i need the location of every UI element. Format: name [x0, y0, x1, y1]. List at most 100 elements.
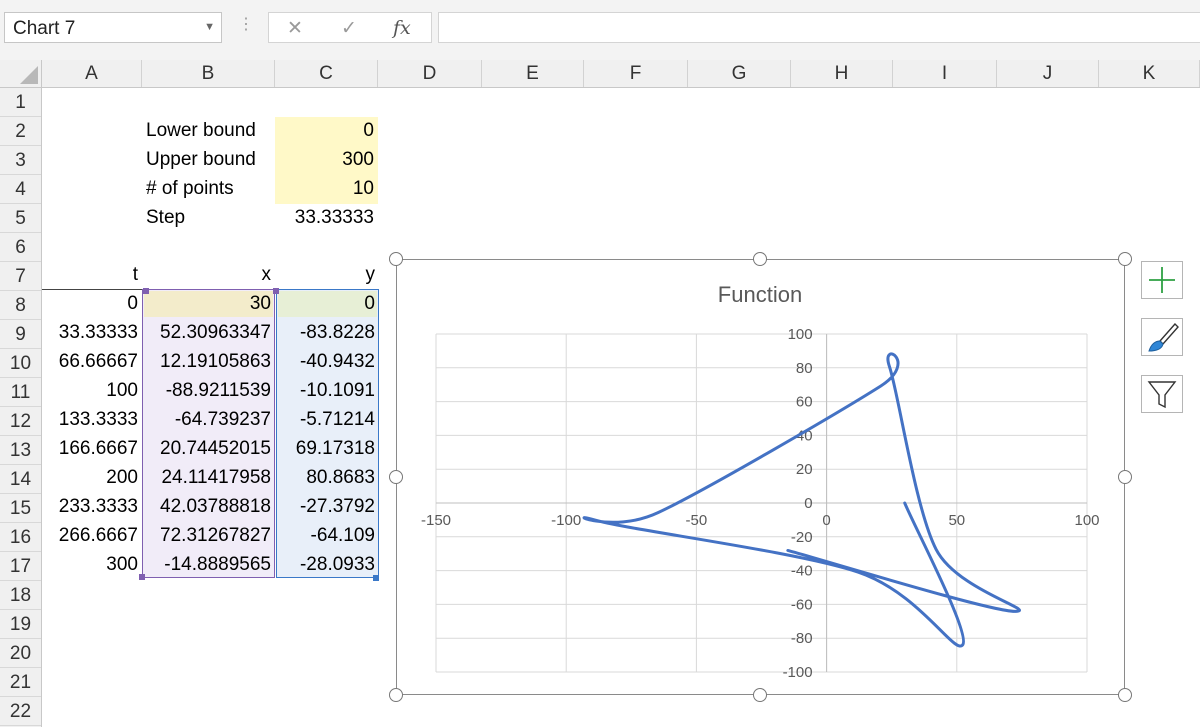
select-all-triangle-icon: [20, 66, 38, 84]
chart-resize-handle[interactable]: [1118, 688, 1132, 702]
row-header-22[interactable]: 22: [0, 697, 41, 726]
row-header-15[interactable]: 15: [0, 494, 41, 523]
chart[interactable]: Function -150 -100 -50 0 50 100 100 80 60 40 20 0 -20…: [396, 259, 1125, 695]
column-header-h[interactable]: H: [791, 60, 893, 87]
t-cell[interactable]: 233.3333: [42, 493, 138, 521]
chart-resize-handle[interactable]: [753, 688, 767, 702]
column-header-f[interactable]: F: [584, 60, 688, 87]
formula-input[interactable]: [438, 12, 1200, 43]
chart-elements-button[interactable]: [1141, 261, 1183, 299]
close-icon[interactable]: ✕: [287, 17, 303, 40]
filter-icon: [1147, 381, 1177, 409]
row-header-9[interactable]: 9: [0, 320, 41, 349]
chart-resize-handle[interactable]: [753, 252, 767, 266]
step-value[interactable]: 33.33333: [276, 204, 374, 232]
lower-bound-label: Lower bound: [146, 120, 256, 141]
x-cell[interactable]: -14.8889565: [142, 551, 271, 579]
x-cell[interactable]: 52.30963347: [142, 319, 271, 347]
chart-resize-handle[interactable]: [389, 688, 403, 702]
y-cell[interactable]: -27.3792: [276, 493, 375, 521]
y-tick-label: -40: [791, 563, 813, 580]
y-cell[interactable]: -10.1091: [276, 377, 375, 405]
name-box-value: Chart 7: [13, 18, 76, 39]
row-header-3[interactable]: 3: [0, 146, 41, 175]
points-value[interactable]: 10: [276, 175, 374, 203]
x-header: x: [261, 264, 272, 285]
row-header-7[interactable]: 7: [0, 262, 41, 291]
y-tick-label: -60: [791, 596, 813, 613]
column-header-b[interactable]: B: [142, 60, 275, 87]
row-header-10[interactable]: 10: [0, 349, 41, 378]
chart-resize-handle[interactable]: [1118, 252, 1132, 266]
row-header-bar: 1 2 3 4 5 6 7 8 9 10 11 12 13 14 15 16 17 18 19 20 21 22: [0, 88, 42, 727]
column-header-e[interactable]: E: [482, 60, 584, 87]
t-header: t: [132, 264, 138, 285]
y-cell[interactable]: 69.17318: [276, 435, 375, 463]
column-header-c[interactable]: C: [275, 60, 378, 87]
t-cell[interactable]: 100: [42, 377, 138, 405]
y-cell[interactable]: -83.8228: [276, 319, 375, 347]
row-header-13[interactable]: 13: [0, 436, 41, 465]
row-header-18[interactable]: 18: [0, 581, 41, 610]
t-cell[interactable]: 200: [42, 464, 138, 492]
t-cell[interactable]: 66.66667: [42, 348, 138, 376]
x-cell[interactable]: 42.03788818: [142, 493, 271, 521]
chevron-down-icon[interactable]: ▼: [204, 21, 215, 33]
column-header-j[interactable]: J: [997, 60, 1099, 87]
vertical-dots-icon[interactable]: ⋮: [238, 14, 254, 34]
column-header-g[interactable]: G: [688, 60, 791, 87]
name-box[interactable]: Chart 7 ▼: [4, 12, 222, 43]
x-cell[interactable]: 12.19105863: [142, 348, 271, 376]
t-cell[interactable]: 166.6667: [42, 435, 138, 463]
row-header-1[interactable]: 1: [0, 88, 41, 117]
x-cell[interactable]: -64.739237: [142, 406, 271, 434]
row-header-17[interactable]: 17: [0, 552, 41, 581]
checkmark-icon[interactable]: ✓: [341, 17, 357, 40]
chart-resize-handle[interactable]: [389, 252, 403, 266]
row-header-19[interactable]: 19: [0, 610, 41, 639]
select-all-corner[interactable]: [0, 60, 42, 87]
chart-resize-handle[interactable]: [1118, 470, 1132, 484]
y-cell[interactable]: 0: [276, 290, 375, 318]
t-cell[interactable]: 33.33333: [42, 319, 138, 347]
column-header-d[interactable]: D: [378, 60, 482, 87]
chart-filters-button[interactable]: [1141, 375, 1183, 413]
paintbrush-icon: [1148, 322, 1179, 352]
row-header-20[interactable]: 20: [0, 639, 41, 668]
y-cell[interactable]: 80.8683: [276, 464, 375, 492]
row-header-8[interactable]: 8: [0, 291, 41, 320]
column-header-i[interactable]: I: [893, 60, 997, 87]
chart-resize-handle[interactable]: [389, 470, 403, 484]
y-header: y: [365, 264, 376, 285]
y-cell[interactable]: -64.109: [276, 522, 375, 550]
column-header-a[interactable]: A: [42, 60, 142, 87]
lower-bound-value[interactable]: 0: [276, 117, 374, 145]
x-cell[interactable]: 20.74452015: [142, 435, 271, 463]
t-cell[interactable]: 266.6667: [42, 522, 138, 550]
x-tick-label: -50: [686, 512, 708, 529]
column-header-k[interactable]: K: [1099, 60, 1200, 87]
t-cell[interactable]: 300: [42, 551, 138, 579]
row-header-5[interactable]: 5: [0, 204, 41, 233]
t-cell[interactable]: 133.3333: [42, 406, 138, 434]
row-header-11[interactable]: 11: [0, 378, 41, 407]
x-cell[interactable]: -88.9211539: [142, 377, 271, 405]
x-cell[interactable]: 72.31267827: [142, 522, 271, 550]
row-header-4[interactable]: 4: [0, 175, 41, 204]
row-header-12[interactable]: 12: [0, 407, 41, 436]
t-cell[interactable]: 0: [42, 290, 138, 318]
x-cell[interactable]: 24.11417958: [142, 464, 271, 492]
chart-styles-button[interactable]: [1141, 318, 1183, 356]
row-header-14[interactable]: 14: [0, 465, 41, 494]
y-tick-label: 100: [788, 326, 813, 343]
y-cell[interactable]: -5.71214: [276, 406, 375, 434]
upper-bound-value[interactable]: 300: [276, 146, 374, 174]
row-header-21[interactable]: 21: [0, 668, 41, 697]
row-header-6[interactable]: 6: [0, 233, 41, 262]
x-cell[interactable]: 30: [142, 290, 271, 318]
y-cell[interactable]: -40.9432: [276, 348, 375, 376]
row-header-2[interactable]: 2: [0, 117, 41, 146]
y-cell[interactable]: -28.0933: [276, 551, 375, 579]
fx-icon[interactable]: fx: [393, 17, 411, 39]
row-header-16[interactable]: 16: [0, 523, 41, 552]
